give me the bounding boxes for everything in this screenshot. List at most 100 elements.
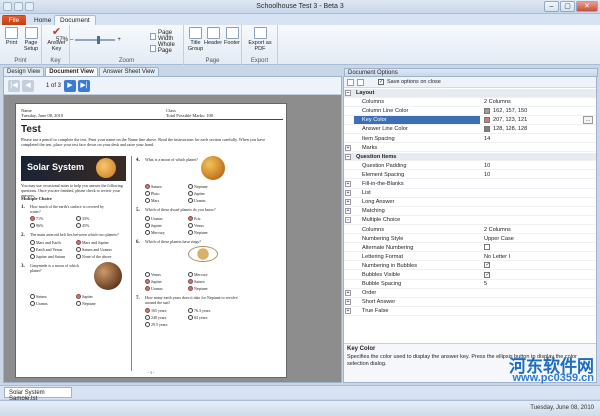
header-rule [21,119,283,120]
property-value[interactable]: 162, 157, 150 [482,107,594,115]
property-value[interactable]: 10 [482,162,594,170]
property-row[interactable]: + List [344,189,596,198]
property-row[interactable]: Alternate Numbering [344,244,596,253]
property-row[interactable]: Lettering Format No Letter I [344,253,596,262]
property-value-text: 2 Columns [484,226,511,233]
ellipsis-button[interactable]: ... [583,116,593,125]
property-checkbox[interactable]: ✓ [484,262,490,269]
expand-icon[interactable]: + [345,208,351,215]
document-tab[interactable]: Solar System Sample.tst [4,387,72,402]
property-value-text: 207, 123, 121 [493,117,528,124]
zoom-track[interactable] [75,36,116,44]
property-value[interactable]: 2 Columns [482,98,594,106]
property-row[interactable]: Bubble Spacing 5 [344,280,596,289]
property-row[interactable]: + True False [344,307,596,316]
property-category[interactable]: − Question Items [344,152,596,162]
expand-icon[interactable]: + [345,290,351,297]
property-row[interactable]: + Long Answer [344,198,596,207]
property-row[interactable]: Numbering Style Upper Case [344,235,596,244]
property-row[interactable]: Key Color 207, 123, 121... [344,116,596,125]
option: Jupiter [145,279,162,284]
zoom-thumb[interactable] [97,36,101,44]
tab-file[interactable]: File [2,15,26,25]
property-value-text: No Letter I [484,253,511,260]
property-value[interactable]: 207, 123, 121... [482,116,594,125]
question-text: Ganymede is a moon of which planet? [30,263,79,273]
tab-answer-sheet-view[interactable]: Answer Sheet View [98,67,159,76]
document-options-panel: Document Options ✓ Save options on close… [343,68,598,383]
export-pdf-button[interactable]: Export as PDF [245,27,275,52]
property-value-text: 5 [484,281,488,288]
property-value[interactable]: ✓ [482,271,594,279]
property-value[interactable]: 10 [482,171,594,179]
property-row[interactable]: + Fill-in-the-Blanks [344,180,596,189]
expand-icon[interactable]: + [345,190,351,197]
title-bar: Schoolhouse Test 3 - Beta 3 – ▢ ✕ [0,0,600,14]
property-value[interactable] [482,244,594,252]
planet-image [201,156,225,180]
property-row[interactable]: Columns 2 Columns [344,98,596,107]
zoom-slider[interactable]: 57% – + [56,36,121,44]
property-checkbox[interactable] [484,244,490,251]
property-value[interactable]: ✓ [482,262,594,270]
tab-design-view[interactable]: Design View [3,67,45,76]
property-row[interactable]: Element Spacing 10 [344,171,596,180]
header-button[interactable]: Header [204,27,222,46]
tab-home[interactable]: Home [28,15,57,25]
expand-icon[interactable]: + [345,308,351,315]
footer-button[interactable]: Footer [223,27,241,46]
expand-icon[interactable]: + [345,199,351,206]
property-row[interactable]: Item Spacing 14 [344,135,596,144]
collapse-icon[interactable]: − [345,90,351,96]
property-value[interactable]: 14 [482,135,594,143]
option: Venus [188,223,204,228]
property-row[interactable]: Bubbles Visible ✓ [344,271,596,280]
property-row[interactable]: Question Padding 10 [344,162,596,171]
next-page-button[interactable]: ▶ [64,80,76,92]
page-width-button[interactable]: Page Width [150,30,183,42]
first-page-button[interactable]: |◀ [8,80,20,92]
property-row[interactable]: − Multiple Choice [344,216,596,225]
property-row[interactable]: Answer Line Color 128, 128, 128 [344,125,596,134]
last-page-button[interactable]: ▶| [78,80,90,92]
categorized-icon[interactable] [347,79,354,86]
prev-page-button[interactable]: ◀ [22,80,34,92]
property-value[interactable]: 2 Columns [482,226,594,234]
property-row[interactable]: + Matching [344,207,596,216]
property-name: Order [362,290,377,297]
property-row[interactable]: + Short Answer [344,298,596,307]
collapse-icon[interactable]: − [345,217,351,224]
expand-icon[interactable]: + [345,181,351,187]
expand-icon[interactable]: + [345,299,351,306]
expand-icon[interactable]: + [345,144,351,151]
property-name: List [362,190,371,197]
close-button[interactable]: ✕ [576,1,598,12]
option: Eris [188,216,200,221]
property-value[interactable]: No Letter I [482,253,594,261]
collapse-icon[interactable]: − [345,153,351,160]
property-row[interactable]: Columns 2 Columns [344,226,596,235]
property-row[interactable]: + Marks [344,144,596,153]
tab-document[interactable]: Document [54,15,96,25]
maximize-button[interactable]: ▢ [560,1,575,12]
property-checkbox[interactable]: ✓ [484,271,490,278]
print-button[interactable]: Print [3,27,20,46]
title-group-button[interactable]: Title Group [187,27,204,52]
zoom-out-icon[interactable]: – [70,37,73,43]
zoom-in-icon[interactable]: + [117,37,121,43]
property-row[interactable]: + Order [344,289,596,298]
property-row[interactable]: Numbering in Bubbles ✓ [344,262,596,271]
option: Venus [145,272,161,277]
property-value[interactable]: Upper Case [482,235,594,243]
page-setup-button[interactable]: Page Setup [21,27,41,52]
minimize-button[interactable]: – [544,1,559,12]
alphabetical-icon[interactable] [357,79,364,86]
property-category[interactable]: − Layout [344,89,596,98]
property-row[interactable]: Column Line Color 162, 157, 150 [344,107,596,116]
property-value[interactable]: 5 [482,280,594,288]
save-options-checkbox[interactable]: ✓ [378,79,384,85]
property-value[interactable]: 128, 128, 128 [482,125,594,133]
whole-page-button[interactable]: Whole Page [150,42,183,54]
property-name: Columns [362,99,385,106]
tab-document-view[interactable]: Document View [45,67,98,76]
